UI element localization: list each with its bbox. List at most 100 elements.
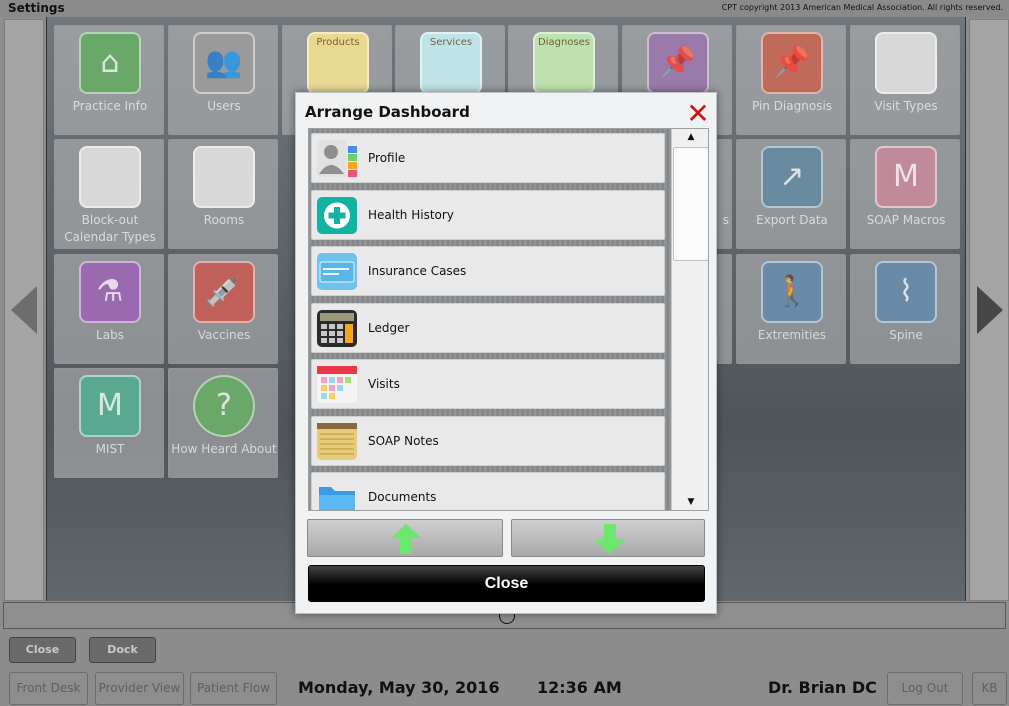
title-bar: Settings CPT copyright 2013 American Med… bbox=[0, 0, 1009, 17]
tile-labs[interactable]: ⚗ Labs bbox=[54, 254, 164, 364]
list-item-visits[interactable]: Visits bbox=[311, 359, 665, 409]
prev-page-panel[interactable] bbox=[4, 19, 44, 601]
flask-icon: ⚗ bbox=[79, 261, 141, 323]
close-button[interactable]: Close bbox=[308, 565, 705, 602]
patient-flow-button[interactable]: Patient Flow bbox=[190, 672, 277, 705]
copyright-notice: CPT copyright 2013 American Medical Asso… bbox=[721, 3, 1003, 12]
tile-soap-macros[interactable]: M SOAP Macros bbox=[850, 139, 960, 249]
tile-tag: Diagnoses bbox=[538, 37, 590, 48]
folder-icon bbox=[317, 479, 357, 510]
scroll-down-icon[interactable]: ▼ bbox=[672, 494, 708, 510]
current-user: Dr. Brian DC bbox=[768, 678, 877, 697]
pin-icon: 📌 bbox=[647, 32, 709, 94]
tile-extremities[interactable]: 🚶 Extremities bbox=[736, 254, 846, 364]
body-icon: 🚶 bbox=[761, 261, 823, 323]
tile-tag: Products bbox=[316, 37, 360, 48]
list-item-label: Insurance Cases bbox=[368, 264, 467, 278]
checklist-icon: Services bbox=[420, 32, 482, 94]
list-item-profile[interactable]: Profile bbox=[311, 133, 665, 183]
move-up-button[interactable] bbox=[307, 519, 503, 557]
tile-visit-types[interactable]: Visit Types bbox=[850, 25, 960, 135]
dashboard-order-list[interactable]: Profile Health History Insurance Cases L… bbox=[308, 128, 709, 511]
footer-bar: Front Desk Provider View Patient Flow Mo… bbox=[0, 669, 1009, 706]
question-bubble-icon: ? bbox=[193, 375, 255, 437]
door-icon bbox=[193, 146, 255, 208]
list-item-label: SOAP Notes bbox=[368, 434, 439, 448]
pin-icon: 📌 bbox=[761, 32, 823, 94]
list-item-insurance-cases[interactable]: Insurance Cases bbox=[311, 246, 665, 296]
health-plus-icon bbox=[317, 197, 357, 234]
mist-icon: M bbox=[79, 375, 141, 437]
house-icon: ⌂ bbox=[79, 32, 141, 94]
spine-icon: ⌇ bbox=[875, 261, 937, 323]
export-icon: ↗ bbox=[761, 146, 823, 208]
tile-label: Users bbox=[207, 99, 241, 113]
list-item-health-history[interactable]: Health History bbox=[311, 190, 665, 240]
list-item-label: Profile bbox=[368, 151, 406, 165]
dialog-title: Arrange Dashboard bbox=[305, 103, 470, 121]
close-panel-button[interactable]: Close bbox=[9, 637, 76, 663]
list-scrollbar[interactable]: ▲ ▼ bbox=[671, 129, 708, 510]
macro-icon: M bbox=[875, 146, 937, 208]
tile-block-out-calendar-types[interactable]: Block-out Calendar Types bbox=[54, 139, 164, 249]
checklist-icon: Products bbox=[307, 32, 369, 94]
arrow-left-icon[interactable] bbox=[11, 286, 37, 334]
arrange-dashboard-dialog: Arrange Dashboard ✕ Profile Health Histo… bbox=[295, 92, 717, 614]
list-item-label: Visits bbox=[368, 377, 400, 391]
list-item-label: Ledger bbox=[368, 321, 410, 335]
list-item-ledger[interactable]: Ledger bbox=[311, 303, 665, 353]
tile-export-data[interactable]: ↗ Export Data bbox=[736, 139, 846, 249]
calculator-icon bbox=[317, 310, 357, 347]
tile-label: Rooms bbox=[203, 213, 245, 227]
tile-label: Spine bbox=[889, 328, 923, 342]
dock-button[interactable]: Dock bbox=[89, 637, 156, 663]
tile-label: Extremities bbox=[757, 328, 827, 342]
profile-icon bbox=[317, 140, 357, 177]
list-icon bbox=[79, 146, 141, 208]
close-x-icon[interactable]: ✕ bbox=[686, 100, 710, 128]
current-time: 12:36 AM bbox=[537, 678, 622, 697]
window-title: Settings bbox=[8, 1, 65, 15]
tile-label: Vaccines bbox=[197, 328, 251, 342]
tile-label: How Heard About bbox=[171, 442, 277, 456]
scroll-up-icon[interactable]: ▲ bbox=[672, 129, 708, 145]
checklist-icon: Diagnoses bbox=[533, 32, 595, 94]
list-icon bbox=[875, 32, 937, 94]
tile-label: Visit Types bbox=[874, 99, 938, 113]
tile-practice-info[interactable]: ⌂ Practice Info bbox=[54, 25, 164, 135]
tile-pin-diagnosis[interactable]: 📌 Pin Diagnosis bbox=[736, 25, 846, 135]
tile-vaccines[interactable]: 💉 Vaccines bbox=[168, 254, 278, 364]
front-desk-button[interactable]: Front Desk bbox=[9, 672, 88, 705]
current-date: Monday, May 30, 2016 bbox=[298, 678, 500, 697]
tile-label: Pin Diagnosis bbox=[751, 99, 833, 113]
arrow-down-icon bbox=[595, 524, 625, 554]
calendar-icon bbox=[317, 366, 357, 403]
list-item-label: Documents bbox=[368, 490, 437, 504]
tile-label: Export Data bbox=[756, 213, 828, 227]
insurance-card-icon bbox=[317, 253, 357, 290]
tile-how-heard-about[interactable]: ? How Heard About bbox=[168, 368, 278, 478]
tile-label: SOAP Macros bbox=[866, 213, 946, 227]
arrow-right-icon[interactable] bbox=[977, 286, 1003, 334]
provider-view-button[interactable]: Provider View bbox=[95, 672, 184, 705]
users-icon: 👥 bbox=[193, 32, 255, 94]
log-out-button[interactable]: Log Out bbox=[887, 672, 963, 705]
list-item-documents[interactable]: Documents bbox=[311, 472, 665, 510]
list-item-soap-notes[interactable]: SOAP Notes bbox=[311, 416, 665, 466]
scroll-thumb[interactable] bbox=[673, 147, 708, 261]
tile-spine[interactable]: ⌇ Spine bbox=[850, 254, 960, 364]
tile-rooms[interactable]: Rooms bbox=[168, 139, 278, 249]
arrow-up-icon bbox=[391, 524, 421, 554]
tile-mist[interactable]: M MIST bbox=[54, 368, 164, 478]
tile-label: Practice Info bbox=[72, 99, 148, 113]
list-item-label: Health History bbox=[368, 208, 454, 222]
syringe-icon: 💉 bbox=[193, 261, 255, 323]
tile-label: Labs bbox=[96, 328, 124, 342]
next-page-panel[interactable] bbox=[969, 19, 1009, 601]
move-down-button[interactable] bbox=[511, 519, 705, 557]
keyboard-button[interactable]: KB bbox=[972, 672, 1007, 705]
notepad-icon bbox=[317, 423, 357, 460]
tile-label: MIST bbox=[95, 442, 125, 456]
tile-users[interactable]: 👥 Users bbox=[168, 25, 278, 135]
tile-label: Block-out Calendar Types bbox=[64, 213, 156, 244]
